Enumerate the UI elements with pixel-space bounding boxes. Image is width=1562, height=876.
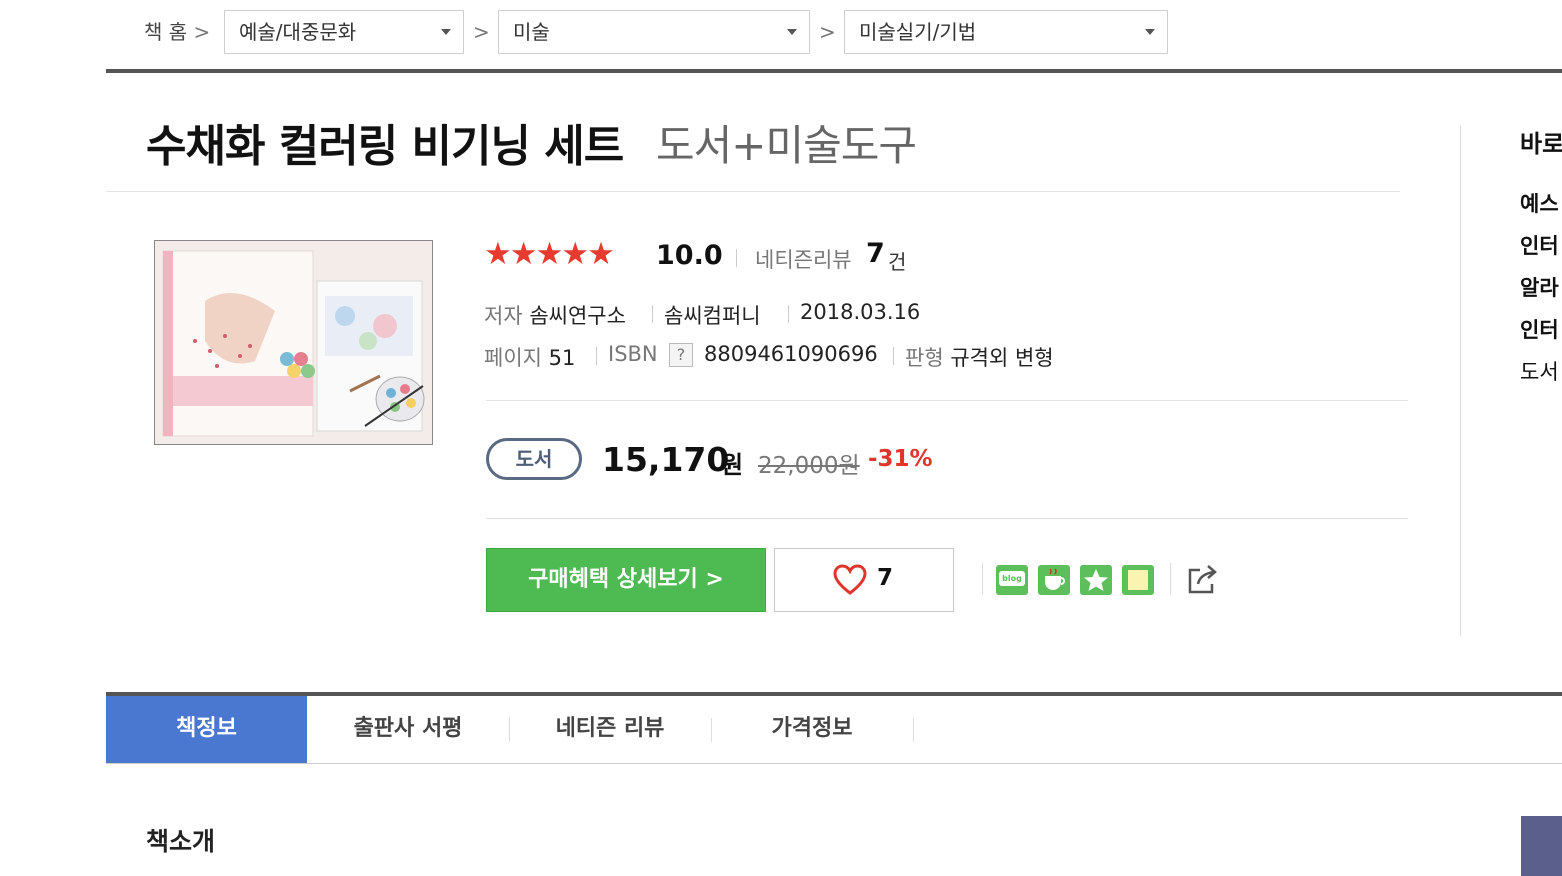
product-type-badge: 도서	[486, 438, 582, 480]
meta-separator	[596, 347, 597, 365]
blog-share-icon[interactable]: blog	[996, 565, 1028, 595]
publish-date: 2018.03.16	[800, 300, 921, 324]
tab-separator	[913, 718, 914, 742]
category-select-level1-value: 예술/대중문화	[239, 20, 357, 44]
chevron-down-icon	[441, 29, 451, 35]
star-icon	[1084, 569, 1108, 591]
product-cover-image[interactable]	[154, 240, 433, 445]
share-arrow-icon	[1188, 565, 1217, 594]
pages-row: 페이지 51	[484, 342, 575, 372]
right-panel-link[interactable]: 인터	[1520, 230, 1559, 260]
price-unit: 원	[721, 451, 744, 479]
isbn-value: 8809461090696	[704, 342, 878, 366]
breadcrumb-separator: >	[819, 20, 836, 44]
original-price: 22,000원	[758, 453, 860, 479]
isbn-row: ISBN	[608, 342, 658, 366]
category-select-level1[interactable]: 예술/대중문화	[224, 10, 464, 54]
right-panel-divider	[1460, 126, 1461, 636]
meta-separator	[893, 347, 894, 365]
review-label[interactable]: 네티즌리뷰	[755, 244, 852, 274]
like-button[interactable]: 7	[774, 548, 954, 612]
category-select-level3[interactable]: 미술실기/기법	[844, 10, 1168, 54]
author-label: 저자	[484, 304, 523, 328]
title-divider	[106, 191, 1400, 192]
like-count: 7	[877, 565, 894, 591]
rating-score: 10.0	[656, 240, 723, 271]
meta-separator	[788, 305, 789, 323]
coffee-cup-icon	[1045, 568, 1065, 590]
chevron-down-icon	[1145, 29, 1155, 35]
discount-rate: -31%	[868, 446, 933, 472]
format-value: 규격외 변형	[950, 346, 1054, 370]
right-panel-link[interactable]: 도서	[1520, 356, 1559, 386]
cover-illustration	[155, 241, 432, 444]
product-subtitle: 도서+미술도구	[656, 121, 917, 170]
breadcrumb-separator: >	[473, 20, 490, 44]
meta-separator	[736, 249, 737, 267]
tab-publisher-review[interactable]: 출판사 서평	[307, 696, 509, 763]
cafe-share-icon[interactable]	[1038, 565, 1070, 595]
note-icon	[1128, 570, 1148, 590]
tab-price-info[interactable]: 가격정보	[711, 696, 913, 763]
heart-icon	[833, 564, 867, 595]
sns-divider	[1170, 563, 1171, 595]
pages-value: 51	[548, 346, 576, 370]
right-panel-link[interactable]: 알라	[1520, 272, 1559, 302]
review-count[interactable]: 7	[866, 238, 885, 269]
meta-separator	[652, 305, 653, 323]
detail-tabs: 책정보 출판사 서평 네티즌 리뷰 가격정보	[106, 696, 1562, 764]
isbn-label: ISBN	[608, 342, 658, 366]
meta-divider	[486, 400, 1408, 401]
blog-icon-label: blog	[999, 571, 1025, 586]
product-title: 수채화 컬러링 비기닝 세트	[146, 121, 624, 172]
section-title: 책소개	[146, 827, 216, 856]
breadcrumb-home[interactable]: 책 홈 >	[144, 16, 210, 45]
header-divider	[106, 69, 1562, 73]
price-divider	[486, 518, 1408, 519]
share-icon[interactable]	[1186, 562, 1220, 596]
sale-price: 15,170	[602, 440, 730, 479]
right-panel-link[interactable]: 예스	[1520, 188, 1559, 218]
favorite-share-icon[interactable]	[1080, 565, 1112, 595]
breadcrumb-home-label[interactable]: 책 홈	[144, 20, 187, 44]
note-share-icon[interactable]	[1122, 565, 1154, 595]
purchase-benefit-button[interactable]: 구매혜택 상세보기 >	[486, 548, 766, 612]
format-row: 판형 규격외 변형	[905, 342, 1054, 372]
rating-stars: ★★★★★	[484, 236, 615, 272]
author-link[interactable]: 솜씨연구소	[529, 304, 626, 328]
category-select-level2-value: 미술	[513, 20, 550, 44]
publisher-link[interactable]: 솜씨컴퍼니	[664, 300, 761, 330]
category-select-level2[interactable]: 미술	[498, 10, 810, 54]
category-select-level3-value: 미술실기/기법	[859, 20, 977, 44]
breadcrumb-separator: >	[193, 20, 211, 44]
right-panel-link[interactable]: 인터	[1520, 314, 1559, 344]
pages-label: 페이지	[484, 346, 542, 370]
tab-netizen-review[interactable]: 네티즌 리뷰	[509, 696, 711, 763]
side-banner[interactable]	[1521, 816, 1562, 876]
review-unit: 건	[888, 250, 907, 274]
right-panel-header: 바로	[1520, 130, 1562, 158]
tab-book-info[interactable]: 책정보	[106, 696, 307, 763]
isbn-help-icon[interactable]: ?	[669, 343, 693, 367]
chevron-down-icon	[787, 29, 797, 35]
author-row: 저자 솜씨연구소	[484, 300, 626, 330]
format-label: 판형	[905, 346, 944, 370]
sns-divider	[982, 563, 983, 595]
